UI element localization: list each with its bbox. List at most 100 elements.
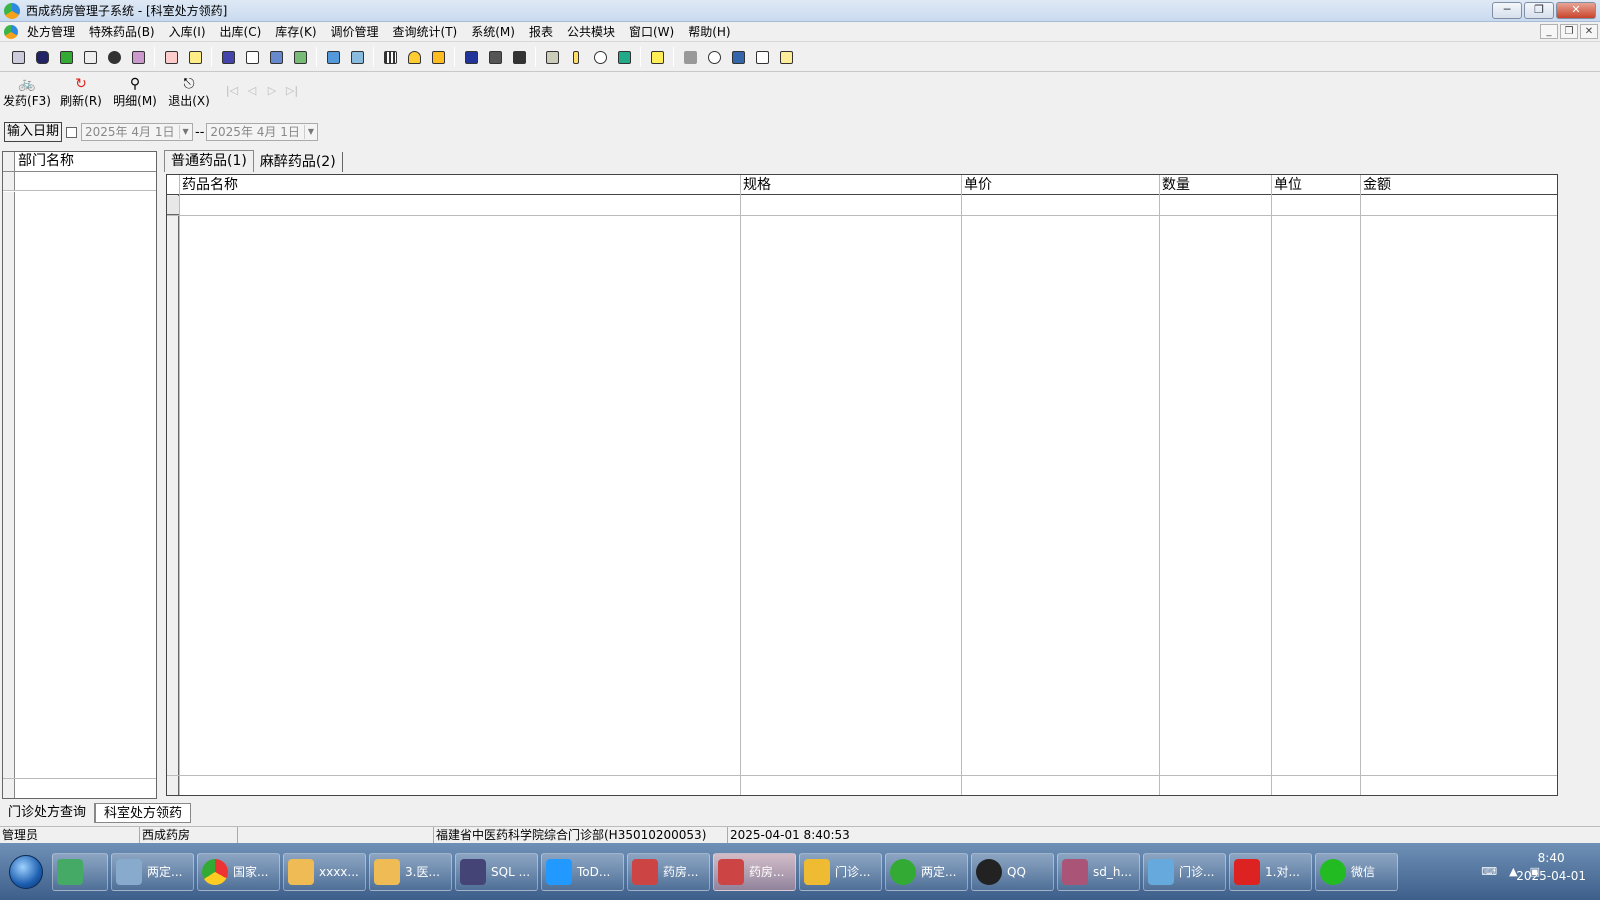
menu-query-stats[interactable]: 查询统计(T): [386, 22, 465, 42]
mdi-close-button[interactable]: ✕: [1580, 24, 1598, 39]
row-divider: [167, 215, 1557, 216]
minimize-button[interactable]: ─: [1492, 2, 1522, 19]
mdi-minimize-button[interactable]: _: [1540, 24, 1558, 39]
tool-bell-icon[interactable]: [404, 47, 424, 67]
tool-binoculars-icon[interactable]: [104, 47, 124, 67]
taskbar-clock[interactable]: 8:40 2025-04-01: [1516, 849, 1586, 885]
date-to-picker[interactable]: 2025年 4月 1日 ▼: [206, 123, 319, 141]
row-indicator: [3, 172, 15, 190]
maximize-button[interactable]: ❐: [1524, 2, 1554, 19]
dispense-button[interactable]: 🚲 发药(F3): [0, 76, 54, 112]
date-from-picker[interactable]: 2025年 4月 1日 ▼: [81, 123, 194, 141]
refresh-button[interactable]: ↻ 刷新(R): [54, 76, 108, 112]
menu-price-adjust[interactable]: 调价管理: [324, 22, 386, 42]
date-filter-checkbox[interactable]: [66, 126, 78, 138]
taskbar-item[interactable]: 3.医...: [369, 852, 452, 891]
tool-check-icon[interactable]: [56, 47, 76, 67]
taskbar-item[interactable]: ToD...: [541, 852, 624, 891]
dispense-icon: 🚲: [18, 76, 36, 92]
tab-normal-drugs[interactable]: 普通药品(1): [164, 150, 254, 172]
tool-pills-icon[interactable]: [128, 47, 148, 67]
taskbar-item[interactable]: 门诊...: [799, 852, 882, 891]
tool-notes-icon[interactable]: [218, 47, 238, 67]
menu-prescription[interactable]: 处方管理: [20, 22, 82, 42]
taskbar-item[interactable]: 1.对...: [1229, 852, 1312, 891]
tool-printer-icon[interactable]: [542, 47, 562, 67]
tool-print-icon[interactable]: [8, 47, 28, 67]
tool-magnifier-icon[interactable]: [590, 47, 610, 67]
tool-approve-icon[interactable]: [290, 47, 310, 67]
taskbar-item-active[interactable]: 药房...: [713, 852, 796, 891]
taskbar-item[interactable]: 两定...: [111, 852, 194, 891]
detail-button[interactable]: ⚲ 明细(M): [108, 76, 162, 112]
tool-edit-check-icon[interactable]: [752, 47, 772, 67]
tool-clipboard-icon[interactable]: [776, 47, 796, 67]
menu-inventory[interactable]: 库存(K): [268, 22, 323, 42]
department-name-header[interactable]: 部门名称: [15, 152, 74, 171]
tool-copy-icon[interactable]: [266, 47, 286, 67]
tool-bottle-icon[interactable]: [32, 47, 52, 67]
start-button[interactable]: [0, 852, 52, 892]
col-unit[interactable]: 单位: [1272, 175, 1302, 195]
col-quantity[interactable]: 数量: [1160, 175, 1190, 195]
menu-system[interactable]: 系统(M): [464, 22, 522, 42]
tool-find-icon[interactable]: [509, 47, 529, 67]
tool-grid-icon[interactable]: [380, 47, 400, 67]
tool-card-icon[interactable]: [185, 47, 205, 67]
menu-help[interactable]: 帮助(H): [681, 22, 737, 42]
tool-notice-icon[interactable]: [428, 47, 448, 67]
tool-checkmark-icon[interactable]: [242, 47, 262, 67]
drug-detail-grid[interactable]: 药品名称 规格 单价 数量 单位 金额: [166, 174, 1558, 796]
current-row-indicator: [167, 196, 179, 215]
close-button[interactable]: ✕: [1556, 2, 1596, 19]
mdi-app-icon[interactable]: [4, 24, 18, 39]
menu-stock-out[interactable]: 出库(C): [213, 22, 269, 42]
col-unit-price[interactable]: 单价: [962, 175, 992, 195]
tool-image-icon[interactable]: [347, 47, 367, 67]
tool-thermometer-icon[interactable]: [566, 47, 586, 67]
tool-windows-icon[interactable]: [728, 47, 748, 67]
taskbar-item[interactable]: 微信: [1315, 852, 1398, 891]
mdi-restore-button[interactable]: ❐: [1560, 24, 1578, 39]
tool-cabinet-icon[interactable]: [461, 47, 481, 67]
taskbar-item[interactable]: 门诊...: [1143, 852, 1226, 891]
tool-edit-icon[interactable]: [323, 47, 343, 67]
menu-stock-in[interactable]: 入库(I): [162, 22, 213, 42]
toolbar-separator: [316, 47, 317, 67]
taskbar-item[interactable]: sd_h...: [1057, 852, 1140, 891]
taskbar-item[interactable]: [52, 852, 108, 891]
taskbar-item[interactable]: 国家...: [197, 852, 280, 891]
col-amount[interactable]: 金额: [1361, 175, 1391, 195]
menu-special-drugs[interactable]: 特殊药品(B): [82, 22, 162, 42]
taskbar-item[interactable]: SQL ...: [455, 852, 538, 891]
chevron-down-icon[interactable]: ▼: [179, 125, 191, 139]
menu-reports[interactable]: 报表: [522, 22, 560, 42]
tool-zoom-icon[interactable]: [704, 47, 724, 67]
tab-narcotic-drugs[interactable]: 麻醉药品(2): [254, 152, 343, 172]
tool-excel-icon[interactable]: [614, 47, 634, 67]
col-drug-name[interactable]: 药品名称: [180, 175, 238, 195]
menu-window[interactable]: 窗口(W): [622, 22, 681, 42]
exit-button[interactable]: ⎋ 退出(X): [162, 76, 216, 112]
taskbar-item[interactable]: QQ: [971, 852, 1054, 891]
tool-export-icon[interactable]: [647, 47, 667, 67]
row-indicator-header: [3, 152, 15, 171]
taskbar-item[interactable]: 两定...: [885, 852, 968, 891]
toolbar-separator: [454, 47, 455, 67]
keyboard-icon[interactable]: ⌨: [1481, 865, 1497, 878]
tool-search-doc-icon[interactable]: [161, 47, 181, 67]
col-spec[interactable]: 规格: [741, 175, 771, 195]
taskbar-item[interactable]: xxxx...: [283, 852, 366, 891]
folder-icon: [288, 858, 314, 885]
department-grid[interactable]: 部门名称: [2, 151, 157, 799]
tab-outpatient-query[interactable]: 门诊处方查询: [0, 803, 96, 823]
taskbar-item[interactable]: 药房...: [627, 852, 710, 891]
tool-transfer-icon[interactable]: [485, 47, 505, 67]
chevron-down-icon[interactable]: ▼: [304, 125, 316, 139]
menu-common-module[interactable]: 公共模块: [560, 22, 622, 42]
status-user: 管理员: [0, 827, 140, 843]
tool-document-icon[interactable]: [80, 47, 100, 67]
folder-icon: [374, 858, 400, 885]
tab-dept-prescription[interactable]: 科室处方领药: [95, 803, 192, 823]
department-row[interactable]: [3, 172, 156, 191]
